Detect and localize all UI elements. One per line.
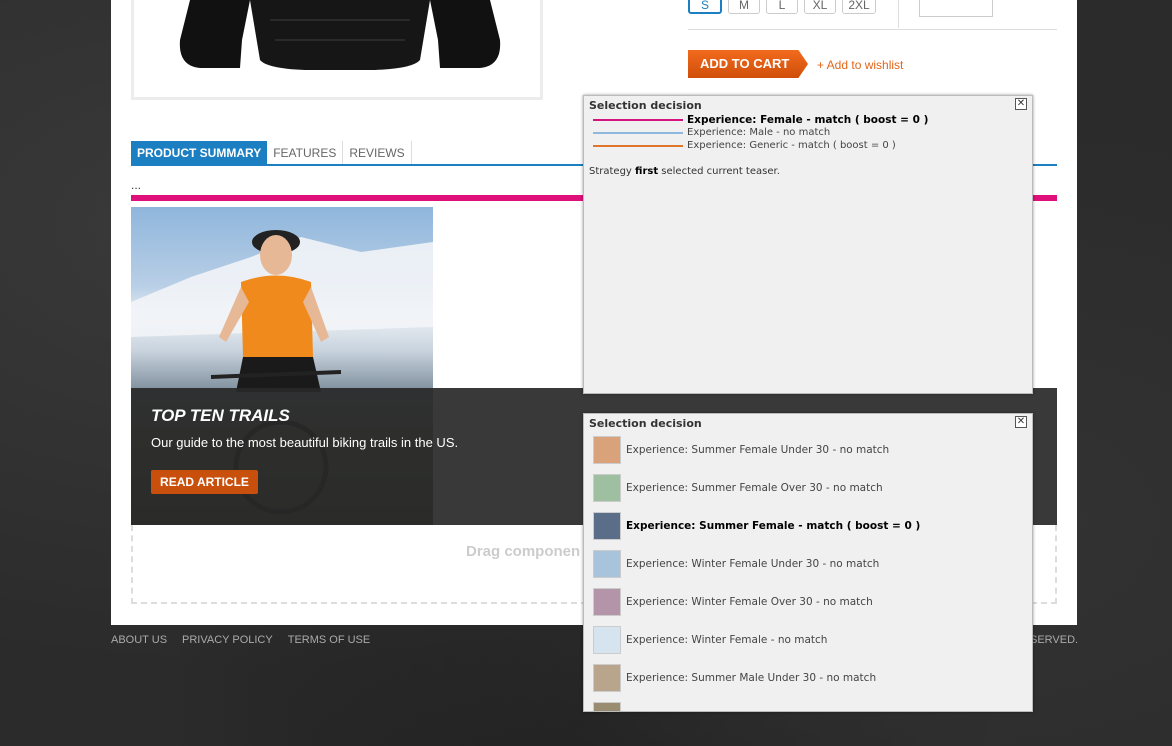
experience-label: Experience: Summer Female - match ( boos… <box>626 520 921 532</box>
strategy-name: first <box>635 166 659 177</box>
product-tabs: PRODUCT SUMMARY FEATURES REVIEWS <box>131 141 412 165</box>
experience-color-line <box>593 144 683 147</box>
experience-list-item[interactable]: Experience: Winter Female Under 30 - no … <box>593 550 879 578</box>
experience-row: Experience: Male - no match <box>593 126 830 139</box>
experience-label: Experience: Generic - match ( boost = 0 … <box>687 140 896 151</box>
selection-decision-popup: Selection decision ✕ Experience: Summer … <box>583 413 1033 712</box>
experience-thumbnail <box>593 474 621 502</box>
size-selector: S M L XL 2XL <box>688 0 876 14</box>
experience-row: Experience: Generic - match ( boost = 0 … <box>593 139 896 152</box>
experience-thumbnail <box>593 702 621 711</box>
experience-label: Experience: Winter Female Under 30 - no … <box>626 558 880 570</box>
experience-label: Experience: Winter Female - no match <box>626 634 828 646</box>
size-option-l[interactable]: L <box>766 0 798 14</box>
experience-thumbnail <box>593 664 621 692</box>
add-to-cart-button[interactable]: ADD TO CART <box>688 50 808 78</box>
footer-links: ABOUT US PRIVACY POLICY TERMS OF USE <box>111 634 370 646</box>
size-option-s[interactable]: S <box>688 0 722 14</box>
experience-color-line <box>593 131 683 134</box>
read-article-button[interactable]: READ ARTICLE <box>151 470 258 494</box>
size-option-m[interactable]: M <box>728 0 760 14</box>
footer-link-about-us[interactable]: ABOUT US <box>111 634 167 646</box>
teaser-title: TOP TEN TRAILS <box>151 406 290 425</box>
experience-list-item[interactable]: Experience: Summer Female - match ( boos… <box>593 512 920 540</box>
size-option-xl[interactable]: XL <box>804 0 836 14</box>
divider <box>898 0 899 28</box>
experience-thumbnail <box>593 512 621 540</box>
footer-copyright: SERVED. <box>1030 634 1079 646</box>
add-to-wishlist-link[interactable]: + Add to wishlist <box>817 58 903 72</box>
experience-label: Experience: Summer Female Over 30 - no m… <box>626 482 883 494</box>
strategy-prefix: Strategy <box>589 166 636 177</box>
experience-list-item[interactable]: Experience: Winter Female Over 30 - no m… <box>593 588 873 616</box>
footer-link-privacy-policy[interactable]: PRIVACY POLICY <box>182 634 273 646</box>
experience-label: Experience: Winter Female Over 30 - no m… <box>626 596 873 608</box>
teaser-text: Our guide to the most beautiful biking t… <box>151 435 459 450</box>
experience-label: Experience: Summer Female Under 30 - no … <box>626 444 890 456</box>
experience-list-item[interactable]: Experience: Winter Female - no match <box>593 626 827 654</box>
close-icon[interactable]: ✕ <box>1015 98 1027 110</box>
close-icon[interactable]: ✕ <box>1015 416 1027 428</box>
popup-title: Selection decision <box>589 99 702 112</box>
tab-features[interactable]: FEATURES <box>267 141 344 165</box>
experience-row: Experience: Female - match ( boost = 0 ) <box>593 113 928 126</box>
summary-text: ... <box>131 178 142 192</box>
experience-label: Experience: Male - no match <box>687 127 831 138</box>
quantity-input[interactable] <box>919 0 993 17</box>
tab-reviews[interactable]: REVIEWS <box>343 141 412 165</box>
product-image-frame <box>131 0 543 100</box>
experience-list-item[interactable]: Experience: Summer Female Under 30 - no … <box>593 436 889 464</box>
experience-list-item[interactable]: Experience: Summer Male Under 30 - no ma… <box>593 664 876 692</box>
drop-zone-text: Drag componen <box>466 543 581 560</box>
experience-thumbnail <box>593 550 621 578</box>
popup-title: Selection decision <box>589 417 702 430</box>
experience-thumbnail <box>593 626 621 654</box>
size-option-2xl[interactable]: 2XL <box>842 0 876 14</box>
experience-color-line <box>593 118 683 121</box>
selection-decision-popup: Selection decision ✕ Experience: Female … <box>583 95 1033 394</box>
experience-label: Experience: Summer Male Under 30 - no ma… <box>626 672 877 684</box>
experience-thumbnail <box>593 588 621 616</box>
experience-label: Experience: Female - match ( boost = 0 ) <box>687 113 929 126</box>
experience-list-item[interactable]: Experience: Summer Female Over 30 - no m… <box>593 474 883 502</box>
footer-link-terms-of-use[interactable]: TERMS OF USE <box>288 634 371 646</box>
tab-product-summary[interactable]: PRODUCT SUMMARY <box>131 141 268 165</box>
divider <box>688 29 1057 30</box>
strategy-suffix: selected current teaser. <box>658 166 780 177</box>
strategy-text: Strategy first selected current teaser. <box>589 166 780 177</box>
product-jacket-image[interactable] <box>170 0 510 70</box>
experience-thumbnail <box>593 436 621 464</box>
